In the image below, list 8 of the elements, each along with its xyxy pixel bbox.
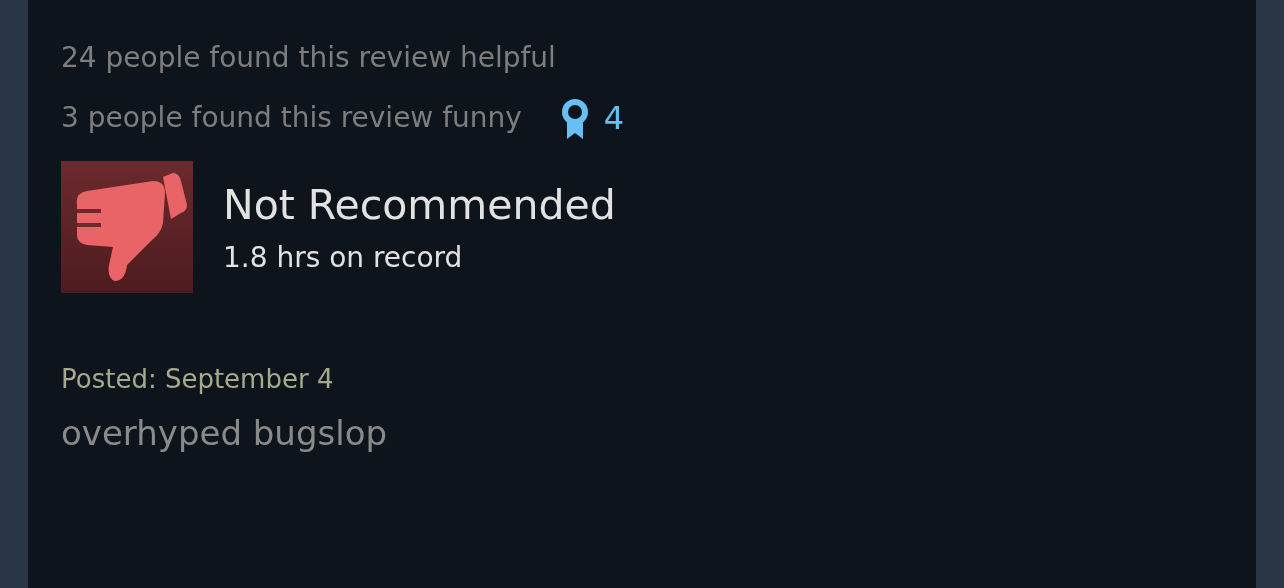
funny-count-text: 3 people found this review funny xyxy=(61,100,522,136)
award-count: 4 xyxy=(603,98,625,139)
recommendation-title: Not Recommended xyxy=(223,180,616,230)
award-ribbon-icon xyxy=(559,97,590,139)
review-text: overhyped bugslop xyxy=(61,412,389,455)
hours-on-record: 1.8 hrs on record xyxy=(223,240,464,276)
helpful-count-text: 24 people found this review helpful xyxy=(61,40,556,76)
posted-date: Posted: September 4 xyxy=(61,363,335,396)
